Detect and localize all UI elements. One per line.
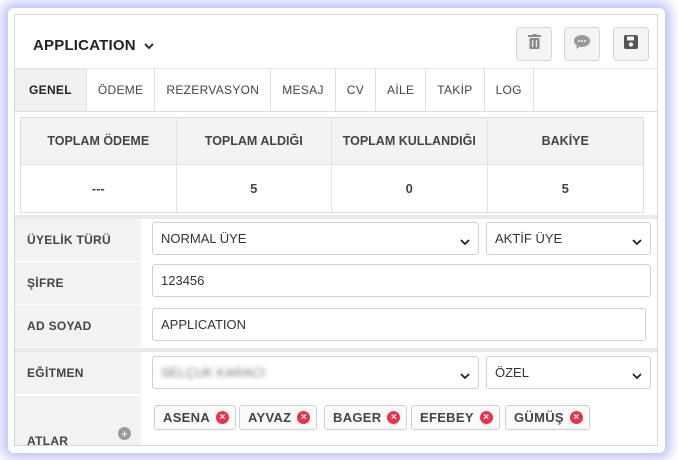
tab-genel[interactable]: GENEL: [15, 69, 87, 111]
total-used-value: 0: [332, 165, 488, 212]
tab-log[interactable]: LOG: [485, 69, 534, 111]
page-title: APPLICATION: [33, 37, 136, 54]
column-header: TOPLAM ÖDEME: [21, 118, 177, 164]
tab-cv[interactable]: CV: [336, 69, 377, 111]
tab-odeme[interactable]: ÖDEME: [87, 69, 156, 111]
horse-tag: GÜMÜŞ ×: [505, 405, 590, 430]
chevron-down-icon: [460, 368, 470, 383]
fullname-field[interactable]: APPLICATION: [152, 308, 646, 341]
tab-mesaj[interactable]: MESAJ: [271, 69, 336, 111]
column-header: BAKİYE: [541, 134, 589, 148]
horse-tag: ASENA ×: [154, 405, 237, 430]
chevron-down-icon: [144, 37, 154, 54]
horse-tag-label: EFEBEY: [420, 410, 474, 425]
remove-icon[interactable]: ×: [479, 411, 493, 424]
save-icon: [624, 34, 638, 54]
horse-tag: BAGER ×: [324, 405, 408, 430]
remove-icon[interactable]: ×: [297, 411, 311, 424]
trash-icon: [527, 34, 541, 54]
tab-takip[interactable]: TAKİP: [426, 69, 485, 111]
trainer-type-value: ÖZEL: [495, 365, 529, 380]
membership-type-value: NORMAL ÜYE: [161, 231, 247, 246]
comment-icon: [574, 34, 590, 54]
membership-status-select[interactable]: AKTİF ÜYE: [486, 222, 651, 255]
chevron-down-icon: [632, 234, 642, 249]
horse-tag-label: ASENA: [163, 410, 211, 425]
horse-tag-label: GÜMÜŞ: [514, 410, 564, 425]
panel-header: APPLICATION: [15, 15, 657, 69]
save-button[interactable]: [613, 27, 649, 61]
membership-label: ÜYELİK TÜRÜ: [15, 219, 141, 261]
chevron-down-icon: [460, 234, 470, 249]
horse-tag-label: AYVAZ: [248, 410, 292, 425]
tab-aile[interactable]: AİLE: [376, 69, 427, 111]
password-value: 123456: [161, 273, 205, 288]
horse-tag: AYVAZ ×: [239, 405, 318, 430]
membership-type-select[interactable]: NORMAL ÜYE: [152, 222, 479, 255]
tab-rezervasyon[interactable]: REZERVASYON: [155, 69, 272, 111]
add-horse-icon[interactable]: +: [118, 427, 131, 440]
remove-icon[interactable]: ×: [216, 411, 230, 424]
column-header: TOPLAM KULLANDIĞI: [332, 118, 488, 164]
password-field[interactable]: 123456: [152, 264, 651, 297]
trainer-type-select[interactable]: ÖZEL: [486, 356, 651, 389]
horse-tag-label: BAGER: [333, 410, 382, 425]
balance-value: 5: [561, 181, 569, 196]
password-label: ŞİFRE: [15, 262, 141, 304]
tab-bar: GENEL ÖDEME REZERVASYON MESAJ CV AİLE TA…: [15, 69, 657, 112]
trainer-label: EĞİTMEN: [15, 352, 141, 394]
remove-icon[interactable]: ×: [569, 411, 583, 424]
remove-icon[interactable]: ×: [387, 411, 401, 424]
comment-button[interactable]: [564, 27, 600, 61]
total-payment-value: ---: [21, 165, 177, 212]
column-header: TOPLAM ALDIĞI: [177, 118, 332, 164]
fullname-value: APPLICATION: [161, 317, 247, 332]
total-received-value: 5: [177, 165, 332, 212]
trainer-select[interactable]: SELÇUK KARACI: [152, 356, 479, 389]
table-header-row: TOPLAM ÖDEME TOPLAM ALDIĞI TOPLAM KULLAN…: [21, 118, 643, 165]
delete-button[interactable]: [516, 27, 552, 61]
chevron-down-icon: [632, 368, 642, 383]
table-row: --- 5 0 5: [21, 165, 643, 212]
trainer-value: SELÇUK KARACI: [161, 365, 266, 380]
record-title-dropdown[interactable]: APPLICATION: [33, 37, 154, 54]
membership-status-value: AKTİF ÜYE: [495, 231, 563, 246]
balance-summary-table: TOPLAM ÖDEME TOPLAM ALDIĞI TOPLAM KULLAN…: [20, 117, 644, 213]
horse-tag: EFEBEY ×: [411, 405, 500, 430]
application-panel: APPLICATION GENEL ÖDEME REZERVASYON MESA…: [14, 14, 658, 446]
fullname-label: AD SOYAD: [15, 305, 141, 347]
